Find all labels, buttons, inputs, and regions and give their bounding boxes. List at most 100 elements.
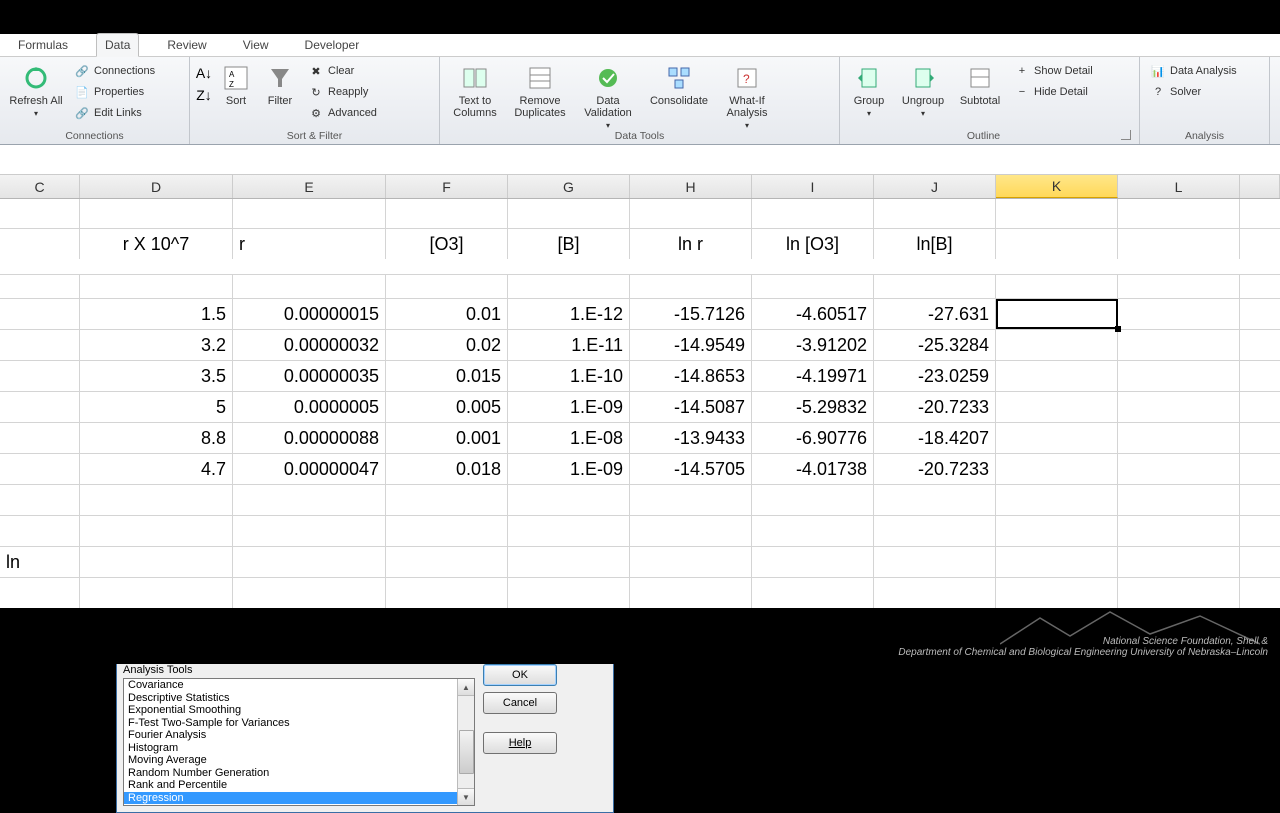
col-header-l[interactable]: L [1118, 175, 1240, 198]
analysis-tool-item[interactable]: Histogram [124, 742, 474, 755]
cell-J-1[interactable]: -25.3284 [874, 330, 996, 360]
cell-F-3[interactable]: 0.005 [386, 392, 508, 422]
header-h[interactable]: ln r [630, 229, 752, 259]
cell-E-5[interactable]: 0.00000047 [233, 454, 386, 484]
header-d[interactable]: r X 10^7 [80, 229, 233, 259]
cell-K-5[interactable] [996, 454, 1118, 484]
analysis-tool-item[interactable]: Random Number Generation [124, 767, 474, 780]
cell-K-0[interactable] [996, 299, 1118, 329]
cell-C-5[interactable] [0, 454, 80, 484]
cell-C-4[interactable] [0, 423, 80, 453]
tab-formulas[interactable]: Formulas [10, 34, 76, 56]
show-detail-button[interactable]: +Show Detail [1010, 61, 1097, 81]
header-i[interactable]: ln [O3] [752, 229, 874, 259]
cell-F-4[interactable]: 0.001 [386, 423, 508, 453]
analysis-tool-item[interactable]: Covariance [124, 679, 474, 692]
tab-developer[interactable]: Developer [297, 34, 368, 56]
cell-G-1[interactable]: 1.E-11 [508, 330, 630, 360]
col-header-f[interactable]: F [386, 175, 508, 198]
col-header-i[interactable]: I [752, 175, 874, 198]
text-to-columns-button[interactable]: Text to Columns [446, 61, 504, 119]
cell-J-3[interactable]: -20.7233 [874, 392, 996, 422]
cell-G-0[interactable]: 1.E-12 [508, 299, 630, 329]
tab-data[interactable]: Data [96, 33, 139, 57]
cell-H-4[interactable]: -13.9433 [630, 423, 752, 453]
reapply-button[interactable]: ↻Reapply [304, 82, 381, 102]
cell-F-2[interactable]: 0.015 [386, 361, 508, 391]
listbox-scrollbar[interactable]: ▲ ▼ [457, 679, 474, 805]
data-validation-button[interactable]: Data Validation ▾ [576, 61, 640, 130]
sort-button[interactable]: AZ Sort [216, 61, 256, 107]
cell-I-3[interactable]: -5.29832 [752, 392, 874, 422]
cell-J-4[interactable]: -18.4207 [874, 423, 996, 453]
header-g[interactable]: [B] [508, 229, 630, 259]
cell-F-0[interactable]: 0.01 [386, 299, 508, 329]
cell-E-1[interactable]: 0.00000032 [233, 330, 386, 360]
cell-E-0[interactable]: 0.00000015 [233, 299, 386, 329]
analysis-tool-item[interactable]: Exponential Smoothing [124, 704, 474, 717]
cell-G-5[interactable]: 1.E-09 [508, 454, 630, 484]
cell-D-2[interactable]: 3.5 [80, 361, 233, 391]
cell-K-1[interactable] [996, 330, 1118, 360]
cell-D-4[interactable]: 8.8 [80, 423, 233, 453]
properties-button[interactable]: 📄Properties [70, 82, 159, 102]
connections-button[interactable]: 🔗Connections [70, 61, 159, 81]
group-button[interactable]: Group ▾ [846, 61, 892, 118]
analysis-tool-item[interactable]: Moving Average [124, 754, 474, 767]
cell-I-2[interactable]: -4.19971 [752, 361, 874, 391]
cell-H-5[interactable]: -14.5705 [630, 454, 752, 484]
subtotal-button[interactable]: Subtotal [954, 61, 1006, 107]
col-header-j[interactable]: J [874, 175, 996, 198]
sort-desc-icon[interactable]: Z↓ [196, 87, 212, 103]
cell-F-1[interactable]: 0.02 [386, 330, 508, 360]
analysis-tool-item[interactable]: Rank and Percentile [124, 779, 474, 792]
cell-H-3[interactable]: -14.5087 [630, 392, 752, 422]
edit-links-button[interactable]: 🔗Edit Links [70, 103, 159, 123]
cell-I-4[interactable]: -6.90776 [752, 423, 874, 453]
cell-K-2[interactable] [996, 361, 1118, 391]
data-analysis-button[interactable]: 📊Data Analysis [1146, 61, 1241, 81]
filter-button[interactable]: Filter [260, 61, 300, 107]
cell-J-5[interactable]: -20.7233 [874, 454, 996, 484]
ungroup-button[interactable]: Ungroup ▾ [896, 61, 950, 118]
analysis-tool-item[interactable]: Fourier Analysis [124, 729, 474, 742]
cancel-button[interactable]: Cancel [483, 692, 557, 714]
cell-H-0[interactable]: -15.7126 [630, 299, 752, 329]
consolidate-button[interactable]: Consolidate [644, 61, 714, 107]
cell-D-5[interactable]: 4.7 [80, 454, 233, 484]
scroll-down-icon[interactable]: ▼ [458, 788, 474, 805]
spreadsheet-grid[interactable]: r X 10^7 r [O3] [B] ln r ln [O3] ln[B] 1… [0, 199, 1280, 640]
cell-E-2[interactable]: 0.00000035 [233, 361, 386, 391]
header-f[interactable]: [O3] [386, 229, 508, 259]
cell-F-5[interactable]: 0.018 [386, 454, 508, 484]
hide-detail-button[interactable]: −Hide Detail [1010, 82, 1097, 102]
scroll-thumb[interactable] [459, 730, 474, 774]
cell-L-4[interactable] [1118, 423, 1240, 453]
cell-G-2[interactable]: 1.E-10 [508, 361, 630, 391]
analysis-tool-item[interactable]: F-Test Two-Sample for Variances [124, 717, 474, 730]
cell-I-1[interactable]: -3.91202 [752, 330, 874, 360]
help-button[interactable]: Help [483, 732, 557, 754]
analysis-tool-item[interactable]: Descriptive Statistics [124, 692, 474, 705]
cell-G-4[interactable]: 1.E-08 [508, 423, 630, 453]
header-j[interactable]: ln[B] [874, 229, 996, 259]
cell-I-0[interactable]: -4.60517 [752, 299, 874, 329]
scroll-up-icon[interactable]: ▲ [458, 679, 474, 696]
cell-D-0[interactable]: 1.5 [80, 299, 233, 329]
whatif-button[interactable]: ? What-If Analysis ▾ [718, 61, 776, 130]
cell-L-0[interactable] [1118, 299, 1240, 329]
col-header-g[interactable]: G [508, 175, 630, 198]
advanced-button[interactable]: ⚙Advanced [304, 103, 381, 123]
cell-D-3[interactable]: 5 [80, 392, 233, 422]
cell-H-2[interactable]: -14.8653 [630, 361, 752, 391]
sort-asc-icon[interactable]: A↓ [196, 65, 212, 81]
cell-L-5[interactable] [1118, 454, 1240, 484]
analysis-tool-item[interactable]: Regression [124, 792, 474, 805]
col-header-e[interactable]: E [233, 175, 386, 198]
col-header-h[interactable]: H [630, 175, 752, 198]
outline-dialog-launcher[interactable] [1121, 130, 1131, 140]
analysis-tools-listbox[interactable]: CovarianceDescriptive StatisticsExponent… [123, 678, 475, 806]
cell-C-1[interactable] [0, 330, 80, 360]
cell-J-2[interactable]: -23.0259 [874, 361, 996, 391]
cell-J-0[interactable]: -27.631 [874, 299, 996, 329]
